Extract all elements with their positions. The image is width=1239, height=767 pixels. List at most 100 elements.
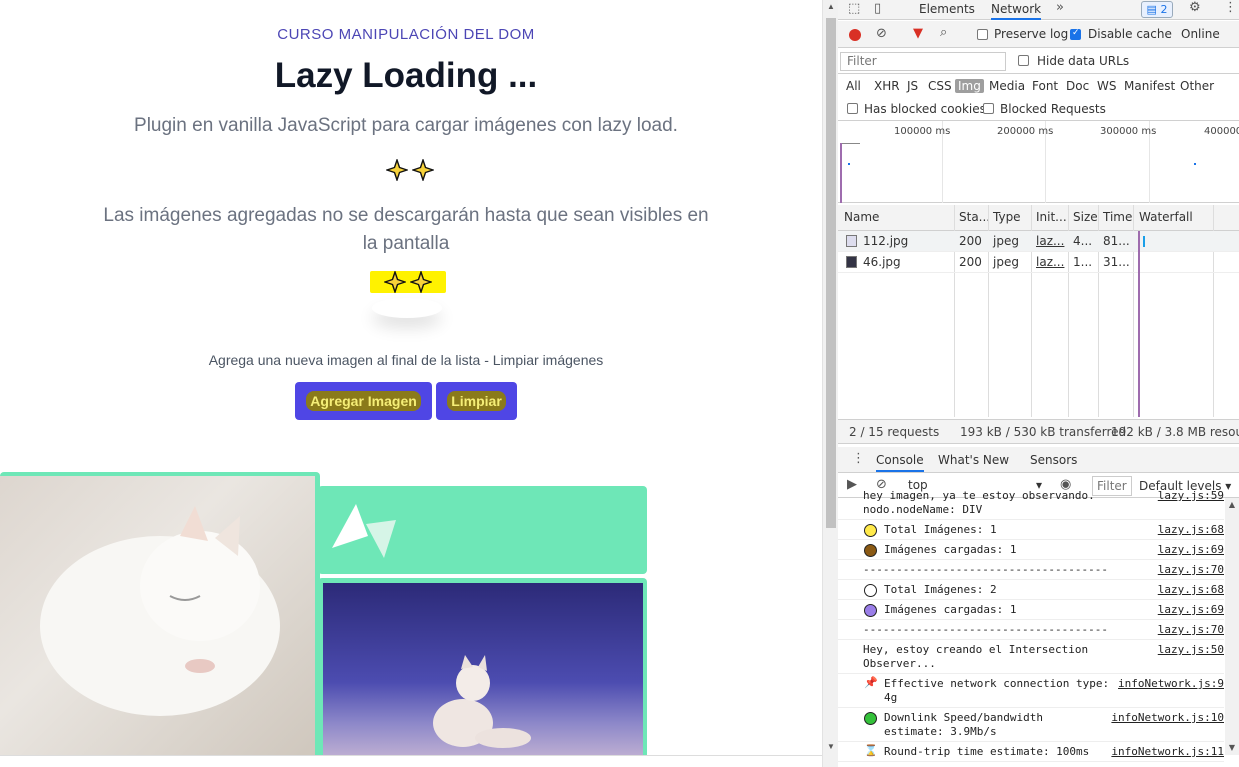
purple-circle-icon [864, 604, 877, 617]
throttling-select[interactable]: Online [1181, 27, 1220, 41]
request-status: 200 [959, 234, 982, 248]
timeline-tick-label: 200000 ms [997, 126, 1054, 137]
scroll-up-icon[interactable]: ▲ [823, 0, 839, 14]
console-source-link[interactable]: infoNetwork.js:10 [1111, 711, 1224, 724]
scroll-down-icon[interactable]: ▼ [1225, 741, 1239, 755]
console-source-link[interactable]: lazy.js:59 [1158, 489, 1224, 502]
page-eyebrow: CURSO MANIPULACIÓN DEL DOM [277, 26, 535, 43]
console-source-link[interactable]: lazy.js:70 [1158, 623, 1224, 636]
device-toolbar-icon[interactable]: ▯ [874, 1, 881, 16]
drawer-menu-icon[interactable]: ⋮ [852, 451, 865, 466]
requests-table-header: Name Sta... Type Init... Size Time Water… [838, 205, 1239, 231]
more-menu-icon[interactable]: ⋮ [1224, 0, 1237, 15]
network-overview-timeline[interactable]: 100000 ms 200000 ms 300000 ms 400000 [838, 121, 1239, 203]
request-initiator-link[interactable]: laz... [1036, 255, 1064, 269]
console-message: hey imagen, ya te estoy observando. nodo… [838, 488, 1224, 520]
column-waterfall[interactable]: Waterfall [1139, 210, 1193, 224]
filter-funnel-icon[interactable]: ▼ [913, 26, 923, 41]
inspect-element-icon[interactable]: ⬚ [848, 1, 860, 16]
type-filter-all[interactable]: All [846, 79, 861, 93]
console-message-text: ------------------------------------- [863, 623, 1109, 636]
disable-cache-checkbox[interactable] [1070, 28, 1081, 40]
console-message: ------------------------------------- la… [838, 620, 1224, 640]
page-scrollbar-thumb[interactable] [826, 18, 836, 528]
tab-network[interactable]: Network [991, 2, 1042, 20]
record-icon[interactable] [849, 29, 861, 41]
preserve-log-label: Preserve log [994, 27, 1069, 41]
type-filter-xhr[interactable]: XHR [874, 79, 900, 93]
tab-elements[interactable]: Elements [919, 2, 975, 16]
requests-count: 2 / 15 requests [849, 425, 940, 439]
request-type: jpeg [993, 234, 1019, 248]
console-message: Imágenes cargadas: 1 lazy.js:69 [838, 540, 1224, 560]
clear-images-button[interactable]: Limpiar [436, 382, 517, 420]
type-filter-media[interactable]: Media [989, 79, 1025, 93]
image-file-icon [846, 235, 857, 247]
console-source-link[interactable]: lazy.js:68 [1158, 583, 1224, 596]
devtools-tab-bar: ⬚ ▯ Elements Network » ▤ 2 ⚙ ⋮ [838, 0, 1239, 20]
console-source-link[interactable]: lazy.js:50 [1158, 643, 1224, 656]
green-circle-icon [864, 712, 877, 725]
sparkle-icon [384, 271, 406, 293]
sparkles-emoji [380, 156, 440, 184]
network-filter-input[interactable]: Filter [840, 52, 1006, 71]
preserve-log-checkbox[interactable] [977, 29, 988, 40]
resource-type-filters: All XHR JS CSS Img Media Font Doc WS Man… [838, 75, 1239, 99]
issues-count: 2 [1160, 3, 1168, 16]
request-initiator-link[interactable]: laz... [1036, 234, 1064, 248]
type-filter-other[interactable]: Other [1180, 79, 1214, 93]
blocked-requests-checkbox[interactable] [983, 103, 994, 114]
column-time[interactable]: Time [1103, 210, 1132, 224]
resources-size: 192 kB / 3.8 MB resources [1111, 425, 1239, 439]
column-initiator[interactable]: Init... [1036, 210, 1067, 224]
type-filter-doc[interactable]: Doc [1066, 79, 1089, 93]
sparkle-icon [410, 271, 432, 293]
console-source-link[interactable]: lazy.js:70 [1158, 563, 1224, 576]
drawer-tab-console[interactable]: Console [876, 453, 924, 472]
issues-badge[interactable]: ▤ 2 [1141, 1, 1173, 18]
page-scrollbar[interactable]: ▲ ▼ [822, 0, 838, 767]
request-row[interactable]: 112.jpg 200 jpeg laz... 4... 81... [838, 231, 1239, 252]
request-time: 31... [1103, 255, 1130, 269]
scroll-down-icon[interactable]: ▼ [823, 740, 839, 754]
type-filter-css[interactable]: CSS [928, 79, 952, 93]
column-size[interactable]: Size [1073, 210, 1098, 224]
column-name[interactable]: Name [844, 210, 879, 224]
page-subtitle: Plugin en vanilla JavaScript para cargar… [134, 115, 678, 136]
chevron-double-right-icon[interactable]: » [1056, 0, 1064, 15]
add-image-button[interactable]: Agregar Imagen [295, 382, 432, 420]
request-name: 112.jpg [863, 234, 909, 248]
column-status[interactable]: Sta... [959, 210, 990, 224]
sparkle-icon [412, 159, 434, 181]
scroll-up-icon[interactable]: ▲ [1225, 498, 1239, 512]
console-source-link[interactable]: infoNetwork.js:11 [1111, 745, 1224, 758]
blocked-filters-row: Has blocked cookies Blocked Requests [838, 99, 1239, 121]
console-scrollbar[interactable]: ▲ ▼ [1225, 498, 1239, 755]
timeline-marker [840, 143, 842, 203]
has-blocked-cookies-checkbox[interactable] [847, 103, 858, 114]
type-filter-font[interactable]: Font [1032, 79, 1058, 93]
console-source-link[interactable]: lazy.js:68 [1158, 523, 1224, 536]
timeline-tick-label: 400000 [1204, 126, 1239, 137]
drawer-tab-whats-new[interactable]: What's New [938, 453, 1009, 467]
console-message-text: Total Imágenes: 2 [884, 583, 997, 596]
console-source-link[interactable]: lazy.js:69 [1158, 603, 1224, 616]
hide-data-urls-checkbox[interactable] [1018, 55, 1029, 66]
search-icon[interactable]: ⌕ [940, 25, 947, 40]
console-message: ⌛ Round-trip time estimate: 100ms infoNe… [838, 742, 1224, 762]
clear-icon[interactable]: ⊘ [876, 26, 887, 41]
request-row[interactable]: 46.jpg 200 jpeg laz... 1... 31... [838, 252, 1239, 273]
add-image-label: Agregar Imagen [306, 391, 421, 411]
clear-images-label: Limpiar [447, 391, 506, 411]
console-source-link[interactable]: lazy.js:69 [1158, 543, 1224, 556]
console-source-link[interactable]: infoNetwork.js:9 [1118, 677, 1224, 690]
type-filter-js[interactable]: JS [907, 79, 918, 93]
timeline-request-mark [848, 163, 850, 165]
drawer-tab-sensors[interactable]: Sensors [1030, 453, 1077, 467]
console-message-text: Downlink Speed/bandwidth estimate: 3.9Mb… [884, 711, 1043, 738]
column-type[interactable]: Type [993, 210, 1021, 224]
type-filter-ws[interactable]: WS [1097, 79, 1116, 93]
type-filter-manifest[interactable]: Manifest [1124, 79, 1175, 93]
type-filter-img[interactable]: Img [955, 79, 984, 93]
gear-icon[interactable]: ⚙ [1189, 0, 1201, 15]
